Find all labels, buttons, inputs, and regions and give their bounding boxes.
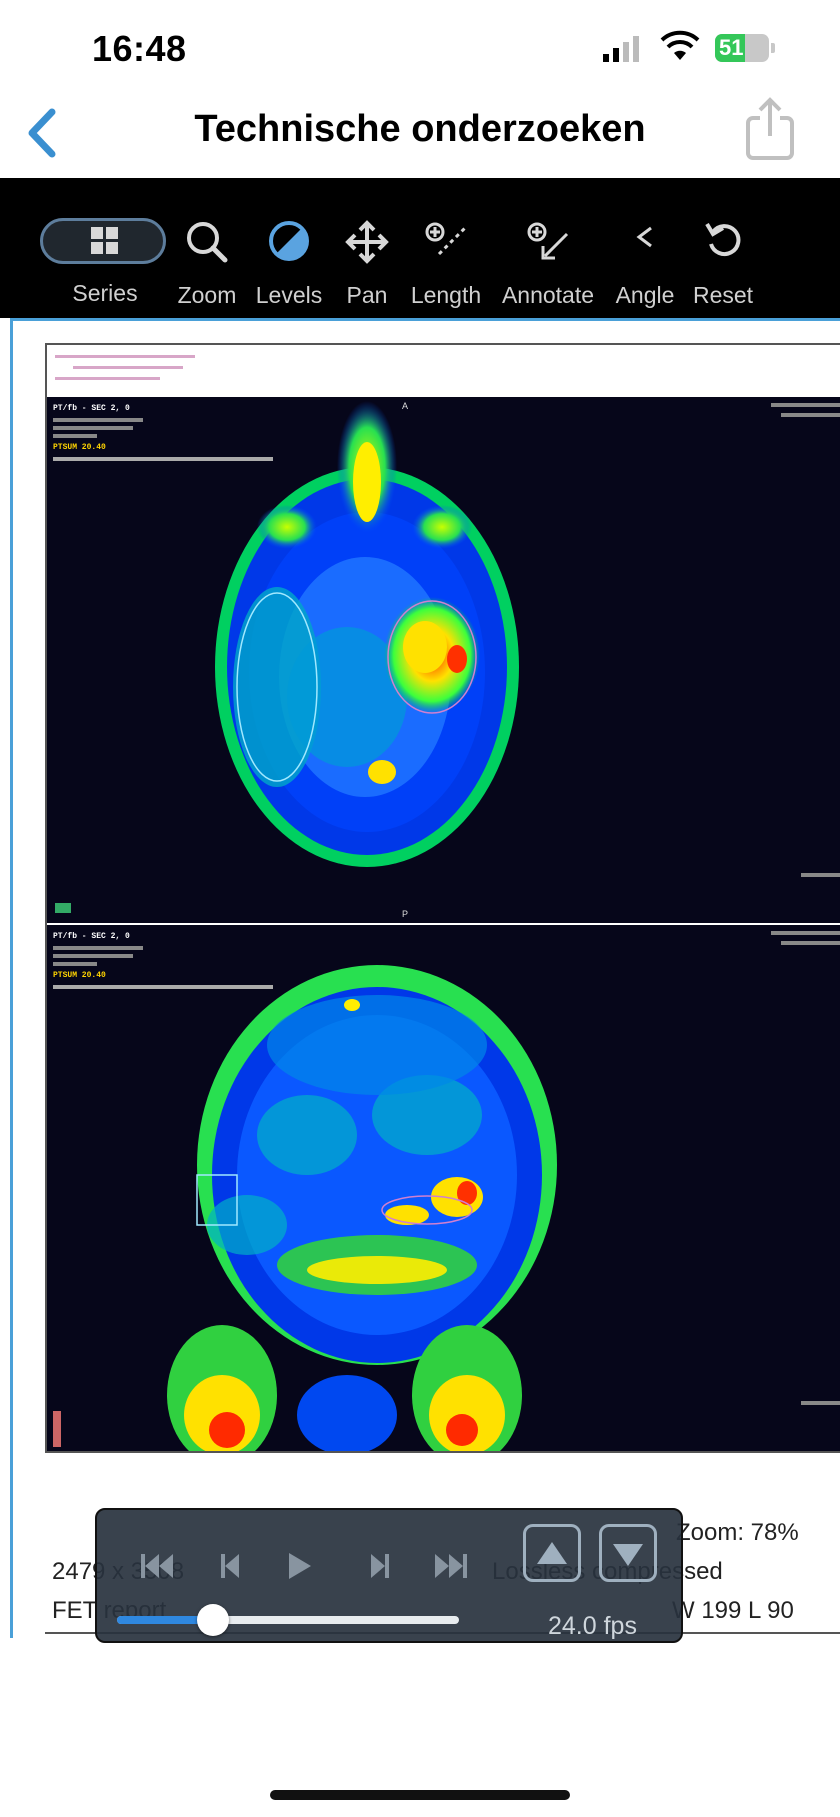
meta-redacted-line [53, 434, 97, 438]
arrow-up-icon [537, 1542, 567, 1564]
cellular-signal-icon [603, 34, 643, 64]
tool-series-label: Series [72, 280, 138, 306]
body-orientation-icon [53, 1411, 61, 1447]
scroll-down-button[interactable] [599, 1524, 657, 1582]
scan-bottom-right-meta [801, 873, 840, 909]
pet-axial-image [215, 401, 519, 867]
scan-top-right-meta [771, 403, 840, 407]
battery-icon: 51 [715, 34, 777, 64]
scan-top-right-meta [781, 941, 840, 945]
frame-slider[interactable] [117, 1604, 459, 1636]
grid-icon [91, 227, 118, 254]
meta-redacted-line [53, 457, 273, 461]
report-header [55, 351, 195, 388]
pet-coronal-image [167, 965, 557, 1451]
window-level: W 199 L 90 [672, 1597, 794, 1624]
skip-to-start-icon[interactable] [141, 1552, 175, 1580]
meta-redacted-line [53, 426, 133, 430]
scan-coronal-meta: PT/fb - SEC 2, 0 PTSUM 20.40 [53, 931, 273, 993]
scroll-up-button[interactable] [523, 1524, 581, 1582]
tool-length-label: Length [410, 282, 482, 308]
scan-bottom-right-meta [801, 1401, 840, 1437]
ruler-icon [425, 222, 469, 256]
wifi-icon [660, 30, 700, 62]
scan-axial[interactable]: PT/fb - SEC 2, 0 PTSUM 20.40 A P [47, 397, 840, 923]
meta-redacted-line [53, 418, 143, 422]
color-scale-icon [55, 903, 71, 913]
series-label: PT/fb - SEC 2, 0 [53, 404, 130, 413]
orientation-marker-anterior: A [402, 401, 409, 411]
petsum-label: PTSUM 20.40 [53, 443, 106, 452]
tool-series[interactable]: Series [40, 178, 170, 318]
meta-redacted-line [53, 985, 273, 989]
report-page[interactable]: PT/fb - SEC 2, 0 PTSUM 20.40 A P PT/fb -… [45, 343, 840, 1453]
angle-icon [636, 226, 652, 248]
scan-coronal[interactable]: PT/fb - SEC 2, 0 PTSUM 20.40 [47, 925, 840, 1451]
battery-level: 51 [719, 35, 744, 60]
series-label: PT/fb - SEC 2, 0 [53, 932, 130, 941]
step-forward-icon[interactable] [367, 1552, 391, 1580]
home-indicator [270, 1790, 570, 1800]
skip-to-end-icon[interactable] [433, 1552, 467, 1580]
step-back-icon[interactable] [219, 1552, 243, 1580]
viewer-toolbar: Series Zoom Levels Pan Length Annotate A… [0, 178, 840, 318]
scan-axial-meta: PT/fb - SEC 2, 0 PTSUM 20.40 [53, 403, 273, 465]
tool-reset-label: Reset [692, 282, 754, 308]
tool-annotate-label: Annotate [501, 282, 595, 308]
meta-redacted-line [53, 946, 143, 950]
scan-top-right-meta [771, 931, 840, 935]
share-icon [746, 97, 794, 160]
zoom-level: Zoom: 78% [676, 1519, 799, 1546]
scan-top-right-meta [781, 413, 840, 417]
fps-label: 24.0 fps [548, 1612, 637, 1640]
meta-redacted-line [53, 954, 133, 958]
meta-redacted-line [53, 962, 97, 966]
orientation-marker-posterior: P [402, 909, 409, 919]
arrow-down-icon [613, 1544, 643, 1566]
page-title: Technische onderzoeken [194, 108, 646, 150]
tool-reset[interactable]: Reset [673, 178, 773, 318]
tool-annotate[interactable]: Annotate [498, 178, 598, 318]
share-button[interactable] [742, 96, 798, 162]
report-header-line [73, 366, 183, 369]
status-time: 16:48 [92, 28, 187, 69]
move-icon [345, 220, 389, 264]
petsum-label: PTSUM 20.40 [53, 971, 106, 980]
contrast-icon [269, 221, 309, 261]
reset-icon [705, 222, 741, 257]
frame-slider-thumb[interactable] [196, 1604, 229, 1636]
annotate-icon [527, 222, 569, 260]
tool-length[interactable]: Length [396, 178, 496, 318]
report-header-line [55, 377, 160, 380]
play-icon[interactable] [285, 1551, 313, 1581]
search-icon [187, 222, 228, 263]
report-header-line [55, 355, 195, 358]
